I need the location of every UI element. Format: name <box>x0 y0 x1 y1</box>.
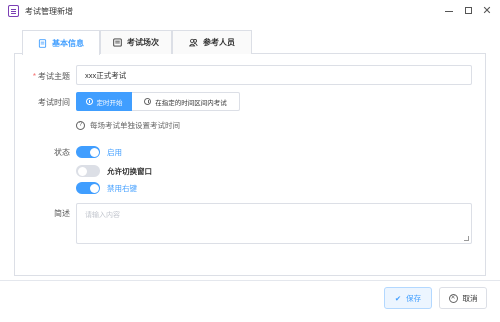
time-label: 考试时间 <box>38 98 70 107</box>
check-icon: ✔ <box>394 293 402 303</box>
enable-label: 启用 <box>107 147 122 157</box>
list-icon <box>113 38 122 47</box>
clock-icon <box>85 98 93 105</box>
cancel-button[interactable]: ✕ 取消 <box>439 287 487 309</box>
title-bar: 考试管理新增 ✕ <box>0 0 500 22</box>
tab-label: 参考人员 <box>203 38 235 47</box>
enable-toggle[interactable] <box>76 146 100 158</box>
description-label: 简述 <box>54 209 70 218</box>
description-textarea[interactable]: 请输入内容 <box>76 203 472 244</box>
time-range-button[interactable]: 在指定的时间区间内考试 <box>132 92 240 111</box>
dialog-window: 考试管理新增 ✕ 基本信息 考试场次 参考人员 * 考试主题 xxx正式考试 考… <box>0 0 500 322</box>
status-label: 状态 <box>54 148 70 157</box>
users-icon <box>189 38 198 47</box>
toggle-knob <box>77 166 87 176</box>
timed-start-button[interactable]: 定时开始 <box>76 92 132 111</box>
app-icon <box>8 5 19 17</box>
minimize-icon <box>445 11 453 12</box>
required-mark: * <box>32 72 36 81</box>
switch-allow-window-switch: 允许切换窗口 <box>76 165 152 177</box>
clock-icon <box>144 98 152 105</box>
toggle-knob <box>89 183 99 193</box>
cancel-label: 取消 <box>462 293 478 303</box>
subject-value: xxx正式考试 <box>85 70 127 80</box>
disable-right-click-toggle[interactable] <box>76 182 100 194</box>
tab-bar: 基本信息 考试场次 参考人员 <box>14 30 486 55</box>
save-label: 保存 <box>406 293 422 303</box>
time-mode-group: 定时开始 在指定的时间区间内考试 <box>76 92 240 111</box>
footer-divider <box>0 280 500 281</box>
subject-label-text: 考试主题 <box>38 72 70 81</box>
tab-label: 考试场次 <box>127 38 159 47</box>
close-button[interactable]: ✕ <box>480 3 494 17</box>
minimize-button[interactable] <box>442 3 456 17</box>
maximize-button[interactable] <box>461 3 475 17</box>
time-range-label: 在指定的时间区间内考试 <box>155 99 227 107</box>
resize-handle[interactable] <box>464 236 469 241</box>
subject-label: * 考试主题 <box>26 71 70 82</box>
tab-basic-info[interactable]: 基本信息 <box>22 30 100 55</box>
disable-right-click-label: 禁用右键 <box>107 183 137 193</box>
save-button[interactable]: ✔ 保存 <box>384 287 432 309</box>
maximize-icon <box>464 6 472 14</box>
allow-window-switch-toggle[interactable] <box>76 165 100 177</box>
time-hint: ? 每场考试单独设置考试时间 <box>76 120 180 131</box>
subject-input[interactable]: xxx正式考试 <box>76 65 472 85</box>
close-icon: ✕ <box>482 4 492 17</box>
switch-disable-right-click: 禁用右键 <box>76 182 137 194</box>
switch-enable: 启用 <box>76 146 122 158</box>
tab-exam-sessions[interactable]: 考试场次 <box>100 30 172 54</box>
window-title: 考试管理新增 <box>25 7 73 16</box>
description-placeholder: 请输入内容 <box>85 212 120 219</box>
document-icon <box>38 38 47 48</box>
timed-start-label: 定时开始 <box>96 99 123 107</box>
tab-participants[interactable]: 参考人员 <box>172 30 252 54</box>
time-hint-text: 每场考试单独设置考试时间 <box>90 121 180 130</box>
tab-label: 基本信息 <box>52 38 84 48</box>
toggle-knob <box>89 147 99 157</box>
allow-window-switch-label: 允许切换窗口 <box>107 166 152 176</box>
cancel-icon: ✕ <box>448 293 458 303</box>
help-icon: ? <box>76 121 85 130</box>
